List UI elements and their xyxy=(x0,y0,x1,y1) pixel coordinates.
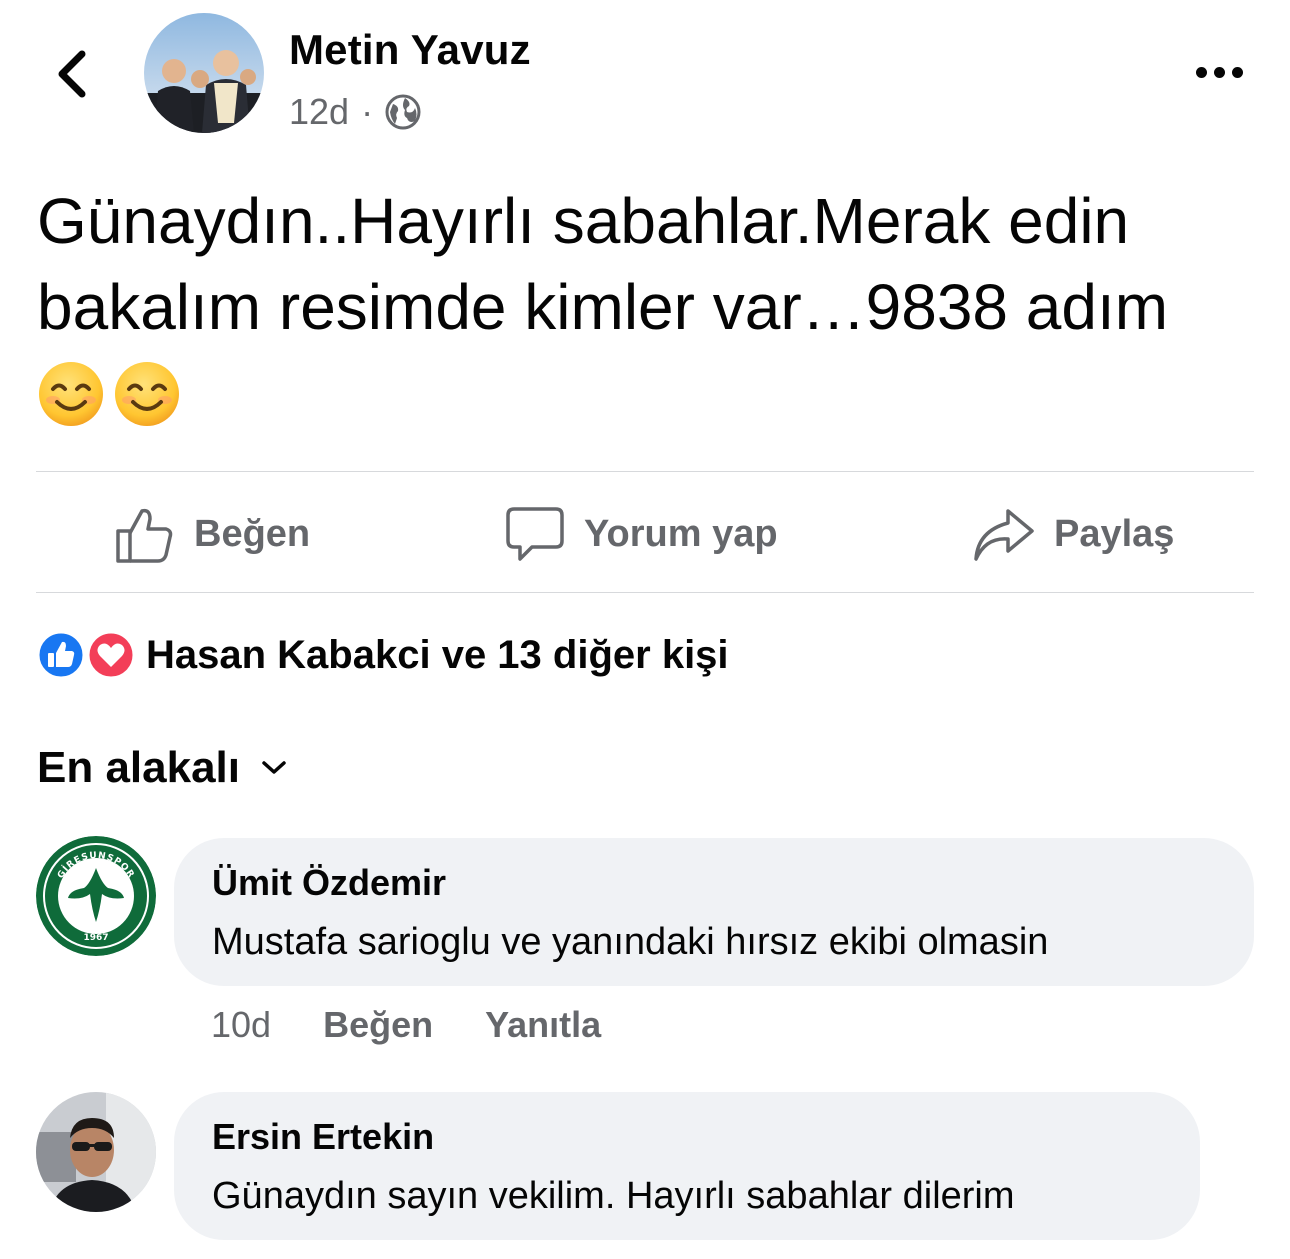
divider-top xyxy=(36,471,1254,472)
comment-reply-button[interactable]: Yanıtla xyxy=(485,1004,601,1046)
author-avatar[interactable] xyxy=(144,13,264,133)
comment-sort-dropdown[interactable]: En alakalı xyxy=(37,740,288,796)
like-button[interactable]: Beğen xyxy=(114,494,310,574)
divider-bottom xyxy=(36,592,1254,593)
post-text: Günaydın..Hayırlı sabahlar.Merak edin ba… xyxy=(37,185,1169,343)
author-name[interactable]: Metin Yavuz xyxy=(289,26,531,74)
comment-like-button[interactable]: Beğen xyxy=(323,1004,433,1046)
back-button[interactable] xyxy=(40,42,104,106)
thumbs-up-icon xyxy=(116,508,173,563)
share-arrow-icon xyxy=(974,509,1034,561)
like-reaction-icon xyxy=(36,630,86,680)
meta-separator: · xyxy=(361,91,374,132)
love-reaction-icon xyxy=(86,630,136,680)
share-button-label: Paylaş xyxy=(1054,512,1175,555)
commenter-avatar[interactable]: GİRESUNSPOR 1967 xyxy=(36,836,156,956)
more-horizontal-icon xyxy=(1195,66,1243,78)
club-badge-logo: GİRESUNSPOR 1967 xyxy=(36,836,156,956)
comment-bubble[interactable]: Ersin Ertekin Günaydın sayın vekilim. Ha… xyxy=(174,1092,1200,1240)
comment-bubble[interactable]: Ümit Özdemir Mustafa sarioglu ve yanında… xyxy=(174,838,1254,986)
commenter-avatar[interactable] xyxy=(36,1092,156,1212)
comment-author[interactable]: Ümit Özdemir xyxy=(212,860,1216,906)
comment-text: Günaydın sayın vekilim. Hayırlı sabahlar… xyxy=(212,1175,1015,1217)
comment-button-label: Yorum yap xyxy=(584,512,778,555)
reactions-summary[interactable]: Hasan Kabakci ve 13 diğer kişi xyxy=(36,628,729,682)
reaction-icons xyxy=(36,630,136,680)
badge-year: 1967 xyxy=(83,933,108,943)
post-emoji-row xyxy=(37,360,181,430)
like-button-label: Beğen xyxy=(194,512,311,555)
share-button[interactable]: Paylaş xyxy=(972,494,1174,574)
comment-button[interactable]: Yorum yap xyxy=(504,494,778,574)
commenter-photo xyxy=(36,1092,156,1212)
smiling-face-emoji xyxy=(115,362,179,426)
comment-actions: 10d Beğen Yanıtla xyxy=(211,1000,601,1050)
comment-sort-label: En alakalı xyxy=(37,743,241,792)
smiling-face-emoji xyxy=(39,362,103,426)
reactions-summary-text: Hasan Kabakci ve 13 diğer kişi xyxy=(146,632,729,677)
globe-icon xyxy=(385,94,421,130)
comment-author[interactable]: Ersin Ertekin xyxy=(212,1114,1162,1160)
chevron-left-icon xyxy=(58,50,86,98)
speech-bubble-icon xyxy=(506,507,564,561)
author-avatar-image xyxy=(144,13,264,133)
comment-text: Mustafa sarioglu ve yanındaki hırsız eki… xyxy=(212,921,1049,963)
post-meta: 12d · xyxy=(289,88,421,136)
chevron-down-icon xyxy=(262,761,286,774)
more-options-button[interactable] xyxy=(1186,50,1252,94)
post-time[interactable]: 12d xyxy=(289,91,349,133)
comment-time: 10d xyxy=(211,1004,272,1045)
